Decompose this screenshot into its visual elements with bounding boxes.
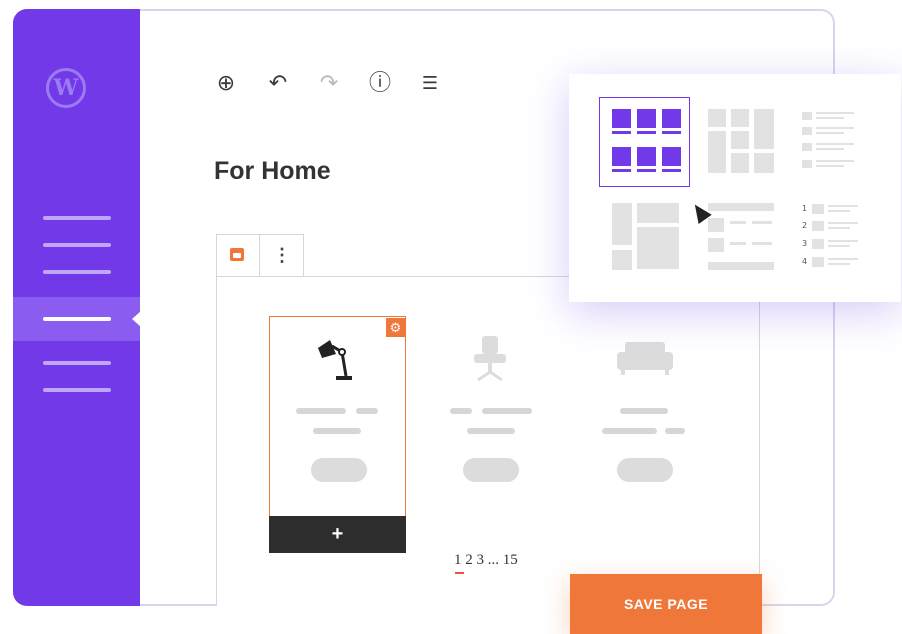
- sidebar-menu-line[interactable]: [43, 270, 111, 274]
- rows-line: [730, 221, 746, 224]
- placeholder-line: [665, 428, 685, 434]
- list-line: [816, 127, 854, 129]
- numbered-thumb: [812, 257, 824, 267]
- placeholder-line: [482, 408, 532, 414]
- current-page-indicator: [455, 572, 464, 574]
- calendar-icon[interactable]: [230, 248, 244, 261]
- placeholder-line: [467, 428, 515, 434]
- grid-tile: [637, 147, 656, 166]
- rows-thumb: [708, 238, 724, 252]
- list-line: [816, 143, 854, 145]
- numbered-line: [828, 222, 858, 224]
- grid-tile: [612, 109, 631, 128]
- placeholder-line: [313, 428, 361, 434]
- numbered-line: [828, 205, 858, 207]
- outline-icon[interactable]: ☰: [417, 71, 443, 97]
- grid-caption: [662, 131, 681, 134]
- grid-tile: [637, 109, 656, 128]
- sidebar-menu-line[interactable]: [43, 243, 111, 247]
- placeholder-button: [463, 458, 519, 482]
- list-line: [816, 112, 854, 114]
- grid-tile: [612, 147, 631, 166]
- chair-icon: [474, 336, 506, 382]
- numbered-line: [828, 240, 858, 242]
- placeholder-line: [450, 408, 472, 414]
- sidebar-menu-line-active[interactable]: [43, 317, 111, 321]
- masonry-tile: [731, 109, 749, 127]
- list-line: [816, 117, 844, 119]
- placeholder-line: [602, 428, 657, 434]
- layout-option-list[interactable]: [802, 112, 812, 120]
- numbered-line: [828, 258, 858, 260]
- numbered-line: [828, 245, 850, 247]
- pagination[interactable]: 1 2 3 ... 15: [454, 552, 518, 569]
- sidebar-menu-line[interactable]: [43, 216, 111, 220]
- rows-line: [752, 221, 772, 224]
- grid-caption: [662, 169, 681, 172]
- more-options-icon[interactable]: ⋮: [273, 245, 291, 266]
- numbered-line: [828, 210, 850, 212]
- list-number: 2: [802, 221, 808, 230]
- masonry-tile: [731, 131, 749, 149]
- undo-icon[interactable]: ↶: [265, 71, 291, 97]
- placeholder-line: [356, 408, 378, 414]
- wordpress-logo[interactable]: W: [46, 68, 86, 108]
- placeholder-line: [620, 408, 668, 414]
- grid-caption: [637, 169, 656, 172]
- list-line: [816, 160, 854, 162]
- masonry-tile: [731, 153, 749, 173]
- numbered-line: [828, 263, 850, 265]
- numbered-thumb: [812, 221, 824, 231]
- list-number: 3: [802, 239, 808, 248]
- masonry-tile: [754, 109, 774, 149]
- placeholder-button: [617, 458, 673, 482]
- list-line: [816, 148, 844, 150]
- grid-tile: [662, 109, 681, 128]
- rows-thumb: [708, 218, 724, 232]
- gear-icon[interactable]: ⚙: [386, 318, 405, 337]
- list-thumb: [802, 160, 812, 168]
- numbered-thumb: [812, 239, 824, 249]
- grid-tile: [662, 147, 681, 166]
- rows-bar: [708, 262, 774, 270]
- placeholder-button: [311, 458, 367, 482]
- add-to-cart-button[interactable]: +: [269, 516, 406, 553]
- save-page-button[interactable]: SAVE PAGE: [570, 574, 762, 634]
- grid-caption: [612, 169, 631, 172]
- list-line: [816, 132, 844, 134]
- active-indicator: [132, 311, 141, 327]
- rows-line: [730, 242, 746, 245]
- lamp-icon: [318, 340, 352, 380]
- numbered-line: [828, 227, 850, 229]
- layout-option-featured[interactable]: [612, 203, 632, 245]
- sidebar-menu-line[interactable]: [43, 361, 111, 365]
- placeholder-line: [296, 408, 346, 414]
- featured-tile: [637, 227, 679, 269]
- add-block-icon[interactable]: ⊕: [213, 71, 239, 97]
- layout-option-masonry[interactable]: [708, 109, 726, 127]
- numbered-thumb: [812, 204, 824, 214]
- list-line: [816, 165, 844, 167]
- info-icon[interactable]: ⓘ: [367, 71, 393, 97]
- list-thumb: [802, 143, 812, 151]
- rows-line: [752, 242, 772, 245]
- layout-option-rows[interactable]: [708, 203, 774, 211]
- sidebar-menu-line[interactable]: [43, 388, 111, 392]
- page-title: For Home: [214, 157, 331, 185]
- grid-caption: [612, 131, 631, 134]
- redo-icon[interactable]: ↷: [316, 71, 342, 97]
- list-number: 1: [802, 204, 808, 213]
- grid-caption: [637, 131, 656, 134]
- sofa-icon: [617, 342, 673, 375]
- featured-tile: [637, 203, 679, 223]
- masonry-tile: [708, 131, 726, 173]
- list-number: 4: [802, 257, 808, 266]
- masonry-tile: [754, 153, 774, 173]
- list-thumb: [802, 127, 812, 135]
- featured-tile: [612, 250, 632, 270]
- block-toolbar-divider: [259, 235, 260, 276]
